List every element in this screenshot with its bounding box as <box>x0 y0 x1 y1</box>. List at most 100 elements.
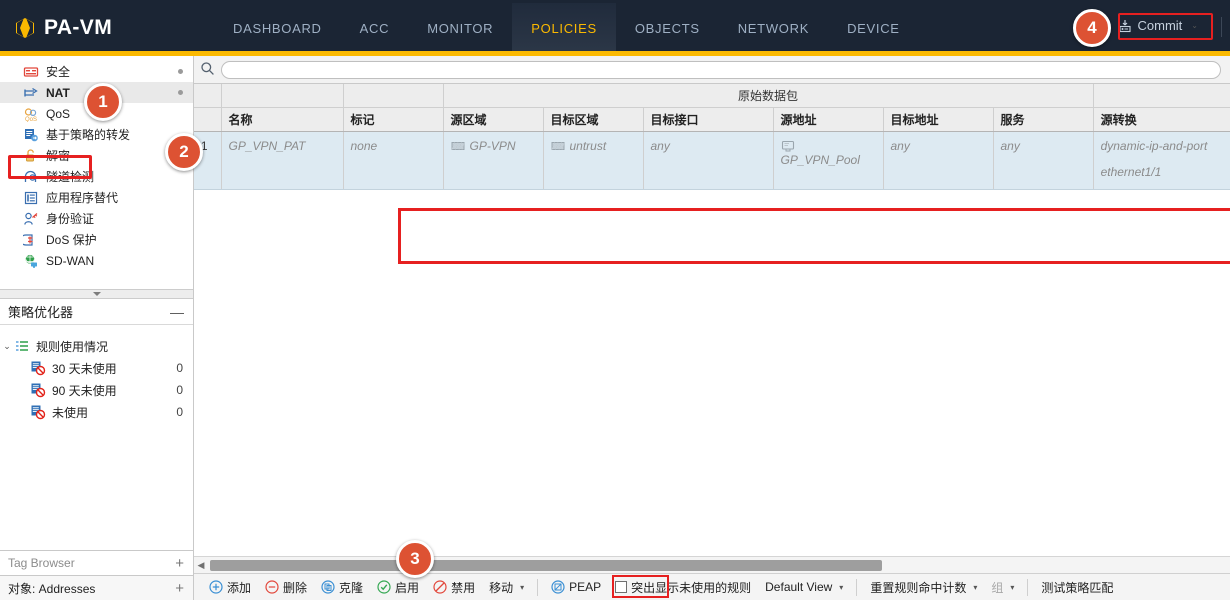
scrollbar-track[interactable] <box>208 559 1230 571</box>
peap-button[interactable]: PEAP <box>544 578 608 596</box>
column-header-source-zone[interactable]: 源区域 <box>443 107 544 132</box>
annotation-badge-4: 4 <box>1073 9 1111 47</box>
reset-rule-hit-count-button[interactable]: 重置规则命中计数 ▾ <box>863 577 984 598</box>
column-header-destination-address[interactable]: 目标地址 <box>883 107 994 132</box>
clone-button[interactable]: 克隆 <box>314 577 370 598</box>
cell-destination-address[interactable]: any <box>883 131 994 190</box>
optimizer-unused-30-days[interactable]: 30 天未使用 0 <box>0 357 193 379</box>
sidebar-label-sd-wan: SD-WAN <box>46 253 95 268</box>
cell-source-address[interactable]: GP_VPN_Pool <box>773 131 884 190</box>
nav-item-monitor[interactable]: MONITOR <box>408 3 512 54</box>
group-header-blank-2 <box>221 84 344 108</box>
move-button[interactable]: 移动 ▾ <box>482 577 531 598</box>
nav-item-acc[interactable]: ACC <box>341 3 409 54</box>
nav-item-policies[interactable]: POLICIES <box>512 2 616 54</box>
tag-browser-row[interactable]: Tag Browser + <box>0 550 193 575</box>
table-row[interactable]: 1 GP_VPN_PAT none GP-VPN untrust any GP_… <box>194 131 1230 190</box>
nav-item-network[interactable]: NETWORK <box>719 3 828 54</box>
delete-button[interactable]: 删除 <box>258 577 314 598</box>
toolbar-divider-2 <box>856 578 858 596</box>
cell-destination-zone[interactable]: untrust <box>543 131 644 190</box>
column-header-tag[interactable]: 标记 <box>343 107 444 132</box>
sidebar-item-dos-protection[interactable]: DoS 保护 <box>0 229 193 250</box>
sidebar-item-sd-wan[interactable]: SD-WAN <box>0 250 193 271</box>
move-button-label: 移动 <box>489 580 514 595</box>
scrollbar-thumb[interactable] <box>210 559 882 571</box>
unused-rule-icon <box>30 360 46 376</box>
security-shield-icon <box>23 64 39 80</box>
sidebar-item-policy-based-forwarding[interactable]: 基于策略的转发 <box>0 124 193 145</box>
sidebar-item-security[interactable]: 安全 <box>0 61 193 82</box>
sidebar-item-decryption[interactable]: 解密 <box>0 145 193 166</box>
toolbar-divider-3 <box>1027 578 1029 596</box>
search-icon[interactable] <box>200 61 215 79</box>
chevron-down-icon: ▾ <box>839 582 844 592</box>
cell-source-zone[interactable]: GP-VPN <box>443 131 544 190</box>
chevron-down-icon: ▾ <box>1010 582 1015 592</box>
column-header-source-translation[interactable]: 源转换 <box>1093 107 1230 132</box>
disable-slash-icon <box>433 580 447 594</box>
chevron-down-icon[interactable]: ⌄ <box>0 341 14 352</box>
unused-rule-icon <box>30 382 46 398</box>
nav-item-dashboard[interactable]: DASHBOARD <box>214 3 341 54</box>
sidebar-footer: Tag Browser + 对象: Addresses + <box>0 550 193 600</box>
zone-icon <box>451 140 465 152</box>
sidebar-item-authentication[interactable]: 身份验证 <box>0 208 193 229</box>
scroll-left-arrow-icon[interactable]: ◀ <box>194 560 208 571</box>
column-header-destination-interface[interactable]: 目标接口 <box>643 107 774 132</box>
clone-button-label: 克隆 <box>339 580 364 595</box>
palo-alto-hex-logo-icon <box>14 17 36 39</box>
brand: PA-VM <box>14 16 189 40</box>
chevron-down-icon: ▾ <box>973 582 978 592</box>
group-button: 组 ▾ <box>984 577 1021 598</box>
table-group-header-row: 原始数据包 <box>194 84 1230 108</box>
sidebar-dot-nat <box>178 90 183 95</box>
sidebar-label-pbf: 基于策略的转发 <box>46 128 131 142</box>
bottom-toolbar: 添加 删除 克隆 启用 禁用 移动 ▾ PEAP 突出显示未使用的规则 Defa… <box>194 573 1230 600</box>
search-input[interactable] <box>221 60 1221 79</box>
enable-check-icon <box>377 580 391 594</box>
optimizer-rule-usage[interactable]: ⌄ 规则使用情况 <box>0 335 193 357</box>
add-icon[interactable]: + <box>175 555 184 572</box>
annotation-badge-2: 2 <box>165 133 203 171</box>
column-header-name[interactable]: 名称 <box>221 107 344 132</box>
cell-source-address-text: GP_VPN_Pool <box>780 152 860 167</box>
optimizer-unused-90-days[interactable]: 90 天未使用 0 <box>0 379 193 401</box>
cell-source-translation[interactable]: dynamic-ip-and-port ethernet1/1 <box>1093 131 1230 190</box>
sidebar-collapse-handle[interactable] <box>0 289 193 298</box>
column-header-destination-zone[interactable]: 目标区域 <box>543 107 644 132</box>
unused-rule-icon <box>30 404 46 420</box>
policy-optimizer-title: 策略优化器 <box>8 305 74 320</box>
top-right-actions: Commit ⌄ <box>1110 0 1230 51</box>
policy-optimizer-header: 策略优化器 — <box>0 299 193 325</box>
add-icon[interactable]: + <box>175 580 184 597</box>
brand-name: PA-VM <box>44 16 113 39</box>
minimize-icon[interactable]: — <box>170 304 184 320</box>
cell-name[interactable]: GP_VPN_PAT <box>221 131 344 190</box>
objects-addresses-row[interactable]: 对象: Addresses + <box>0 575 193 600</box>
qos-icon: QoS <box>23 106 39 123</box>
add-button[interactable]: 添加 <box>202 577 258 598</box>
cell-tag[interactable]: none <box>343 131 444 190</box>
enable-button[interactable]: 启用 <box>370 577 426 598</box>
delete-minus-icon <box>265 580 279 594</box>
horizontal-scrollbar[interactable]: ◀ <box>194 556 1230 573</box>
view-select[interactable]: Default View ▾ <box>758 578 850 596</box>
optimizer-unused[interactable]: 未使用 0 <box>0 401 193 423</box>
commit-button[interactable]: Commit ⌄ <box>1110 14 1208 37</box>
sidebar-item-application-override[interactable]: 应用程序替代 <box>0 187 193 208</box>
test-policy-match-button[interactable]: 测试策略匹配 <box>1034 577 1120 598</box>
chevron-down-icon: ⌄ <box>1191 21 1198 30</box>
column-header-rownum[interactable] <box>194 107 222 132</box>
nav-item-objects[interactable]: OBJECTS <box>616 3 719 54</box>
highlight-unused-rules-checkbox[interactable]: 突出显示未使用的规则 <box>608 577 758 598</box>
column-header-source-address[interactable]: 源地址 <box>773 107 884 132</box>
column-header-service[interactable]: 服务 <box>993 107 1094 132</box>
checkbox-icon[interactable] <box>615 581 628 593</box>
cell-service[interactable]: any <box>993 131 1094 190</box>
group-button-label: 组 <box>991 580 1004 595</box>
disable-button[interactable]: 禁用 <box>426 577 482 598</box>
sidebar-item-tunnel-inspection[interactable]: 隧道检测 <box>0 166 193 187</box>
cell-destination-interface[interactable]: any <box>643 131 774 190</box>
nav-item-device[interactable]: DEVICE <box>828 3 919 54</box>
